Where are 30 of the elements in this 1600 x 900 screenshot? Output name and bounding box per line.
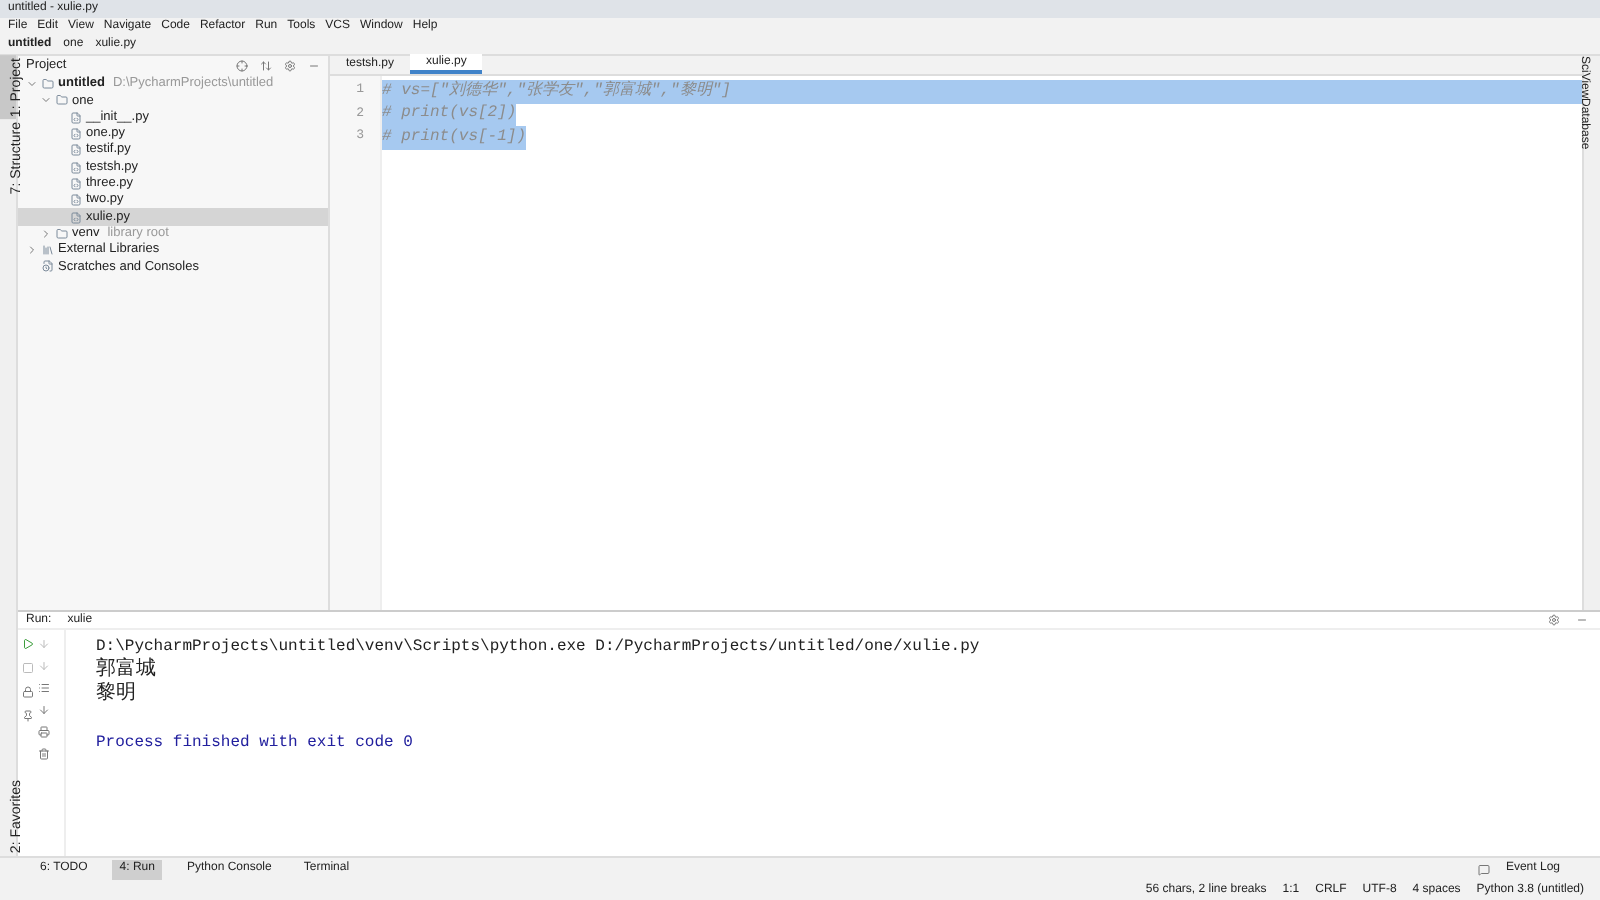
console-line: 郭富城 bbox=[96, 660, 158, 682]
console-line: 黎明 bbox=[96, 684, 138, 708]
trash-icon[interactable] bbox=[38, 748, 50, 760]
folder-icon bbox=[56, 94, 68, 107]
console-line: D:\PycharmProjects\untitled\venv\Scripts\python.exe D:/PycharmProjects/untitled/one/xulie.py bbox=[96, 636, 982, 657]
folder-icon bbox=[42, 78, 54, 91]
printer-icon[interactable] bbox=[38, 726, 50, 738]
wrap-icon[interactable] bbox=[38, 682, 50, 694]
settings-icon bbox=[1548, 614, 1560, 626]
console-line: Process finished with exit code 0 bbox=[96, 732, 415, 756]
folder-icon bbox=[56, 227, 68, 240]
collapse-icon bbox=[260, 60, 272, 72]
file-icon bbox=[70, 211, 82, 224]
scroll-end-icon[interactable] bbox=[38, 704, 50, 716]
lock-icon[interactable] bbox=[22, 686, 34, 698]
event-log-icon bbox=[1477, 863, 1490, 875]
minimize-icon bbox=[308, 60, 320, 72]
file-icon bbox=[70, 128, 82, 141]
settings-icon bbox=[284, 60, 296, 72]
file-icon bbox=[70, 177, 82, 190]
file-icon bbox=[70, 161, 82, 174]
play-icon[interactable] bbox=[22, 638, 34, 650]
file-icon bbox=[70, 111, 82, 124]
minimize-icon bbox=[1576, 614, 1588, 626]
library-icon bbox=[42, 244, 54, 257]
pin-icon[interactable] bbox=[22, 710, 34, 722]
file-icon bbox=[70, 194, 82, 207]
scratch-icon bbox=[42, 260, 54, 273]
locate-icon bbox=[236, 60, 248, 72]
file-icon bbox=[70, 144, 82, 157]
